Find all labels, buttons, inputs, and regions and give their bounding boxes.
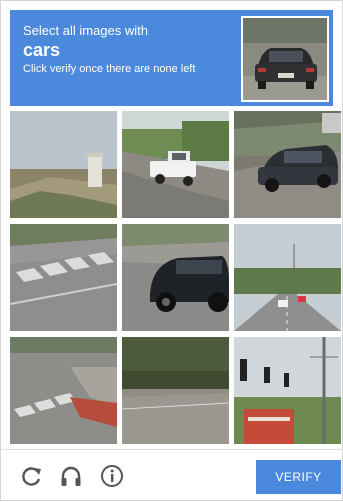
captcha-footer: VERIFY — [0, 449, 343, 502]
image-tile-6[interactable] — [234, 224, 341, 331]
image-tile-2[interactable] — [122, 111, 229, 218]
verify-button[interactable]: VERIFY — [256, 460, 341, 494]
image-tile-1[interactable] — [10, 111, 117, 218]
image-grid — [10, 111, 341, 444]
image-tile-7[interactable] — [10, 337, 117, 444]
image-tile-5[interactable] — [122, 224, 229, 331]
image-tile-4[interactable] — [10, 224, 117, 331]
image-tile-3[interactable] — [234, 111, 341, 218]
info-icon[interactable] — [100, 464, 124, 488]
image-tile-8[interactable] — [122, 337, 229, 444]
captcha-header: Select all images with cars Click verify… — [10, 10, 333, 106]
instruction-line2: Click verify once there are none left — [23, 63, 196, 75]
sample-car-image — [241, 16, 329, 102]
reload-icon[interactable] — [20, 464, 44, 488]
instruction-line1: Select all images with — [23, 23, 148, 38]
target-object: cars — [23, 40, 61, 60]
headphones-icon[interactable] — [59, 464, 83, 488]
image-tile-9[interactable] — [234, 337, 341, 444]
